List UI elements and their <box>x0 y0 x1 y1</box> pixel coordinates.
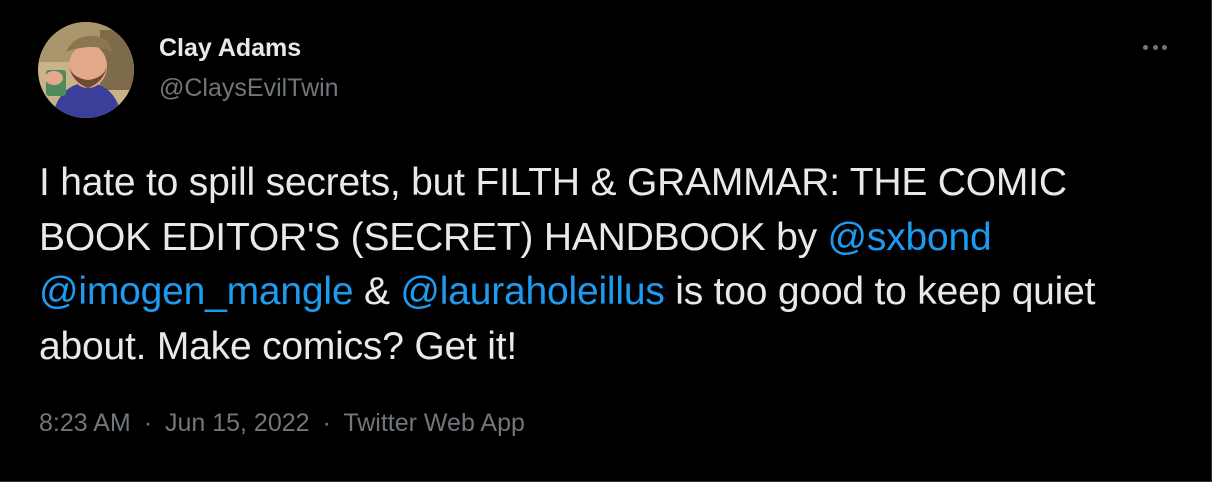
tweet-card: Clay Adams @ClaysEvilTwin I hate to spil… <box>0 0 1212 482</box>
avatar[interactable] <box>38 22 134 118</box>
more-horizontal-icon[interactable] <box>1143 40 1167 54</box>
tweet-text-part: & <box>353 270 401 313</box>
mention-link[interactable]: @lauraholeillus <box>400 270 664 313</box>
tweet-text: I hate to spill secrets, but FILTH & GRA… <box>39 156 1169 374</box>
more-dot <box>1162 44 1167 50</box>
tweet-metadata: 8:23 AM · Jun 15, 2022 · Twitter Web App <box>39 408 525 438</box>
tweet-time[interactable]: 8:23 AM <box>39 409 131 437</box>
author-display-name[interactable]: Clay Adams <box>159 33 339 63</box>
mention-link[interactable]: @imogen_mangle <box>39 270 354 313</box>
author-block: Clay Adams @ClaysEvilTwin <box>159 33 339 103</box>
more-dot <box>1143 44 1148 50</box>
avatar-image <box>38 22 134 118</box>
meta-separator: · <box>322 409 331 437</box>
tweet-date[interactable]: Jun 15, 2022 <box>165 409 310 437</box>
more-dot <box>1152 44 1158 50</box>
mention-link[interactable]: @sxbond <box>828 216 992 259</box>
author-handle[interactable]: @ClaysEvilTwin <box>159 73 339 103</box>
tweet-source[interactable]: Twitter Web App <box>343 409 525 437</box>
meta-separator: · <box>143 409 153 437</box>
